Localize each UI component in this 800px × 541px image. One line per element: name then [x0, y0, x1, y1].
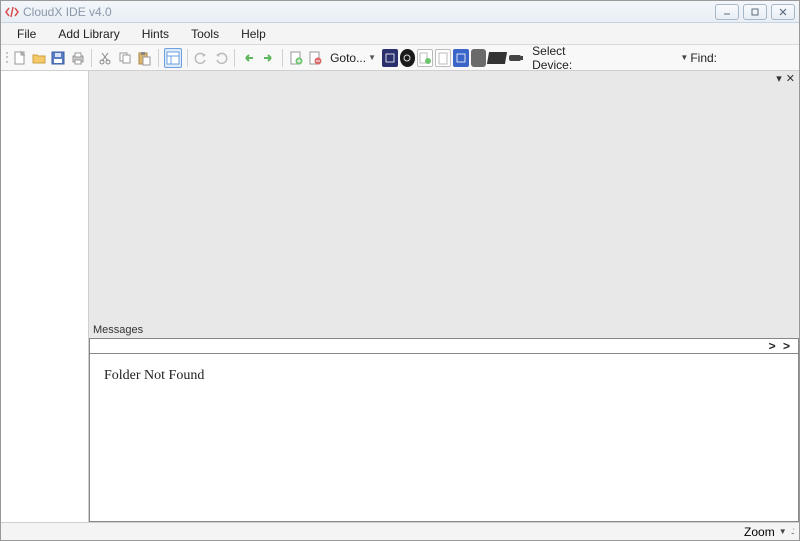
toolbar-separator [187, 49, 188, 67]
settings-round-button[interactable] [400, 49, 416, 67]
cut-button[interactable] [97, 48, 114, 68]
menu-add-library[interactable]: Add Library [48, 24, 129, 44]
tab-list-icon[interactable]: ▾ [776, 72, 782, 85]
toolbar-separator [158, 49, 159, 67]
statusbar: Zoom ▼ ..: [1, 522, 799, 540]
dropdown-icon: ▼ [368, 53, 376, 62]
add-page-button[interactable] [288, 48, 305, 68]
save-button[interactable] [50, 48, 67, 68]
connector-button[interactable] [508, 49, 524, 67]
resize-grip-icon[interactable]: ..: [791, 526, 793, 537]
close-button[interactable] [771, 4, 795, 20]
zoom-dropdown-icon[interactable]: ▼ [779, 527, 787, 536]
project-sidebar[interactable] [1, 71, 89, 522]
messages-panel[interactable]: Folder Not Found [89, 354, 799, 522]
minimize-button[interactable] [715, 4, 739, 20]
window-controls [715, 4, 795, 20]
messages-nav-button[interactable]: > > [769, 339, 792, 353]
copy-button[interactable] [117, 48, 134, 68]
chip-button-2[interactable] [453, 49, 469, 67]
paste-button[interactable] [136, 48, 153, 68]
goto-label: Goto... [330, 51, 366, 65]
module-button[interactable] [471, 49, 487, 67]
nav-forward-button[interactable] [259, 48, 276, 68]
toolbar: Goto... ▼ Select Device: ▼ Find: [1, 45, 799, 71]
menu-help[interactable]: Help [231, 24, 276, 44]
find-input[interactable] [725, 49, 795, 67]
page-green-button[interactable] [417, 49, 433, 67]
goto-button[interactable]: Goto... ▼ [326, 49, 380, 67]
app-icon [5, 5, 19, 19]
menu-file[interactable]: File [7, 24, 46, 44]
device-shape-button[interactable] [488, 49, 506, 67]
window-title: CloudX IDE v4.0 [23, 5, 715, 19]
undo-button[interactable] [193, 48, 210, 68]
open-file-button[interactable] [31, 48, 48, 68]
find-label: Find: [690, 51, 723, 65]
menu-hints[interactable]: Hints [132, 24, 179, 44]
messages-toolbar: > > [89, 338, 799, 354]
editor-tab-controls: ▾ ✕ [89, 71, 799, 85]
remove-page-button[interactable] [307, 48, 324, 68]
messages-content: Folder Not Found [104, 368, 784, 384]
titlebar: CloudX IDE v4.0 [1, 1, 799, 23]
toolbar-separator [234, 49, 235, 67]
dropdown-icon: ▼ [680, 53, 688, 62]
toolbar-separator [282, 49, 283, 67]
new-file-button[interactable] [11, 48, 28, 68]
maximize-button[interactable] [743, 4, 767, 20]
print-button[interactable] [69, 48, 86, 68]
workspace: ▾ ✕ Messages > > Folder Not Found [1, 71, 799, 522]
main-area: ▾ ✕ Messages > > Folder Not Found [89, 71, 799, 522]
chip-button-1[interactable] [382, 49, 398, 67]
redo-button[interactable] [212, 48, 229, 68]
menu-tools[interactable]: Tools [181, 24, 229, 44]
select-device-label: Select Device: [526, 44, 604, 72]
device-select[interactable]: ▼ [606, 49, 688, 67]
editor-area[interactable] [89, 85, 799, 322]
toolbar-grip [5, 49, 9, 67]
toolbar-separator [91, 49, 92, 67]
messages-panel-label: Messages [89, 322, 799, 338]
page-blank-button[interactable] [435, 49, 451, 67]
nav-back-button[interactable] [240, 48, 257, 68]
zoom-label: Zoom [744, 525, 775, 539]
view-mode-button[interactable] [164, 48, 182, 68]
menubar: File Add Library Hints Tools Help [1, 23, 799, 45]
close-tab-icon[interactable]: ✕ [786, 72, 795, 85]
